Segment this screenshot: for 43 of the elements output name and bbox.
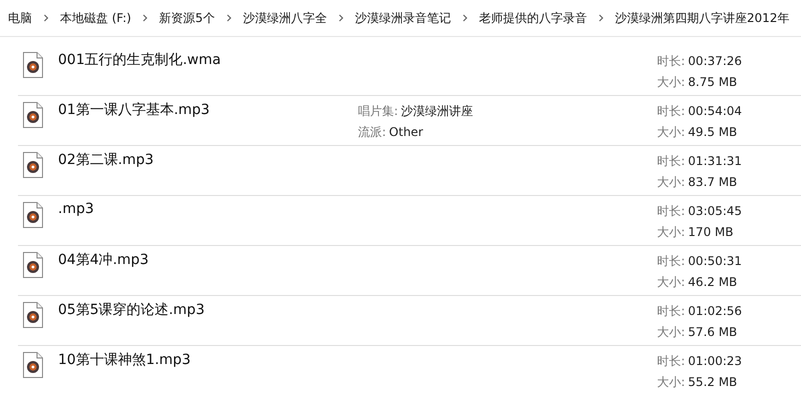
audio-file-icon	[23, 152, 43, 178]
breadcrumb-item[interactable]: 新资源5个	[153, 10, 221, 26]
file-name[interactable]: 10第十课神煞1.mp3	[58, 351, 358, 369]
duration-text: 时长: 03:05:45	[657, 203, 743, 220]
audio-file-icon	[23, 202, 43, 228]
audio-file-icon	[23, 102, 43, 128]
file-name[interactable]: 04第4冲.mp3	[58, 251, 358, 269]
size-text: 大小: 57.6 MB	[657, 324, 738, 341]
file-name[interactable]: 02第二课.mp3	[58, 151, 358, 169]
duration-text: 时长: 00:54:04	[657, 103, 743, 120]
audio-file-icon	[23, 352, 43, 378]
audio-file-icon	[23, 302, 43, 328]
file-name[interactable]: .mp3	[58, 201, 358, 217]
size-text: 大小: 170 MB	[657, 224, 734, 241]
size-text: 大小: 8.75 MB	[657, 74, 738, 91]
breadcrumb-item[interactable]: 本地磁盘 (F:)	[54, 10, 138, 26]
file-name[interactable]: 05第5课穿的论述.mp3	[58, 301, 358, 319]
breadcrumb-item[interactable]: 沙漠绿洲录音笔记	[348, 10, 457, 26]
breadcrumb-item[interactable]: 沙漠绿洲第四期八字讲座2012年	[608, 10, 796, 26]
duration-text: 时长: 00:50:31	[657, 253, 743, 270]
duration-text: 时长: 01:02:56	[657, 303, 743, 320]
duration-text: 时长: 00:37:26	[657, 53, 743, 70]
file-name[interactable]: 01第一课八字基本.mp3	[58, 101, 358, 119]
chevron-icon[interactable]	[460, 14, 469, 22]
duration-text: 时长: 01:00:23	[657, 353, 743, 370]
file-name[interactable]: 001五行的生克制化.wma	[58, 51, 358, 69]
chevron-icon[interactable]	[336, 14, 345, 22]
chevron-icon[interactable]	[141, 14, 150, 22]
size-text: 大小: 55.2 MB	[657, 374, 738, 391]
breadcrumb-item[interactable]: 电脑	[2, 10, 38, 26]
size-text: 大小: 49.5 MB	[657, 124, 738, 141]
breadcrumb-item[interactable]: 老师提供的八字录音	[472, 10, 593, 26]
file-property: 唱片集: 沙漠绿洲讲座	[358, 103, 474, 120]
duration-text: 时长: 01:31:31	[657, 153, 743, 170]
chevron-icon[interactable]	[596, 14, 605, 22]
chevron-icon[interactable]	[42, 14, 50, 22]
breadcrumb-item[interactable]: 沙漠绿洲八字全	[236, 10, 333, 26]
size-text: 大小: 83.7 MB	[657, 174, 738, 191]
size-text: 大小: 46.2 MB	[657, 274, 738, 291]
audio-file-icon	[23, 52, 43, 78]
file-property: 流派: Other	[358, 124, 424, 141]
chevron-icon[interactable]	[224, 14, 233, 22]
audio-file-icon	[23, 252, 43, 278]
